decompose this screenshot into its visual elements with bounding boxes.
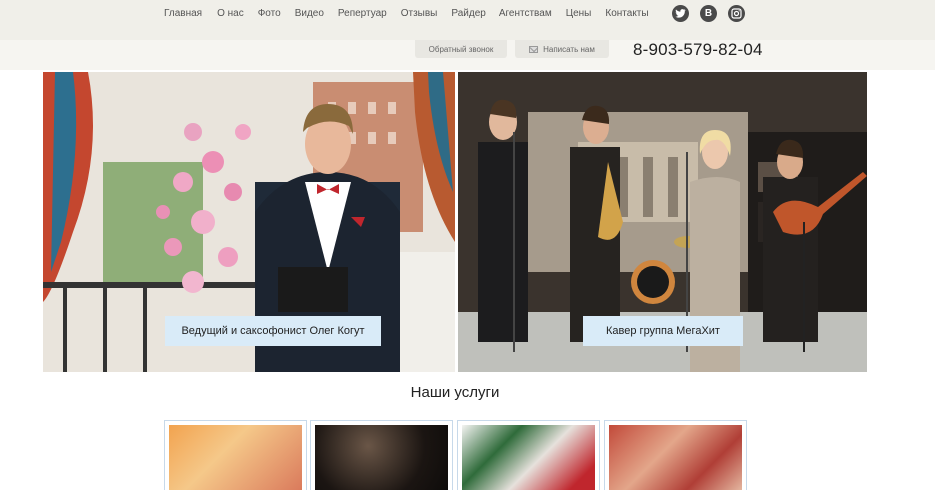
- write-us-label: Написать нам: [543, 44, 595, 54]
- nav-item-about[interactable]: О нас: [217, 8, 244, 20]
- nav-item-photo[interactable]: Фото: [258, 8, 281, 20]
- hero-host-image[interactable]: Ведущий и саксофонист Олег Когут: [43, 72, 455, 372]
- service-thumb-wedding[interactable]: [164, 420, 307, 490]
- corporate-photo: [609, 425, 742, 490]
- write-us-button[interactable]: Написать нам: [515, 40, 609, 58]
- service-thumb-party[interactable]: [310, 420, 453, 490]
- callback-button[interactable]: Обратный звонок: [415, 40, 507, 58]
- hero-left-caption[interactable]: Ведущий и саксофонист Олег Когут: [165, 316, 381, 346]
- social-links: B: [672, 5, 745, 22]
- nav-item-agencies[interactable]: Агентствам: [499, 8, 552, 20]
- nav-item-repertoire[interactable]: Репертуар: [338, 8, 387, 20]
- service-thumb-corporate[interactable]: [604, 420, 747, 490]
- nav-item-video[interactable]: Видео: [295, 8, 324, 20]
- twitter-icon[interactable]: [672, 5, 689, 22]
- nav-item-rider[interactable]: Райдер: [451, 8, 485, 20]
- service-thumb-new-year[interactable]: [457, 420, 600, 490]
- hero-band-image[interactable]: Кавер группа МегаХит: [458, 72, 867, 372]
- envelope-icon: [529, 45, 539, 53]
- nav-item-prices[interactable]: Цены: [566, 8, 592, 20]
- instagram-icon[interactable]: [728, 5, 745, 22]
- contact-bar: Обратный звонок Написать нам 8-903-579-8…: [0, 40, 935, 70]
- main-nav: Главная О нас Фото Видео Репертуар Отзыв…: [164, 8, 649, 20]
- nav-item-contacts[interactable]: Контакты: [605, 8, 648, 20]
- hero-right-caption[interactable]: Кавер группа МегаХит: [583, 316, 743, 346]
- page: Главная О нас Фото Видео Репертуар Отзыв…: [0, 0, 935, 490]
- nav-item-home[interactable]: Главная: [164, 8, 202, 20]
- top-nav-bar: Главная О нас Фото Видео Репертуар Отзыв…: [0, 0, 935, 40]
- vk-icon[interactable]: B: [700, 5, 717, 22]
- instagram-camera-glyph: [731, 8, 742, 19]
- new-year-photo: [462, 425, 595, 490]
- services-title: Наши услуги: [410, 384, 500, 401]
- wedding-photo: [169, 425, 302, 490]
- nav-item-reviews[interactable]: Отзывы: [401, 8, 438, 20]
- twitter-bird-glyph: [675, 9, 686, 18]
- party-photo: [315, 425, 448, 490]
- phone-number[interactable]: 8-903-579-82-04: [633, 40, 763, 60]
- callback-label: Обратный звонок: [428, 44, 494, 54]
